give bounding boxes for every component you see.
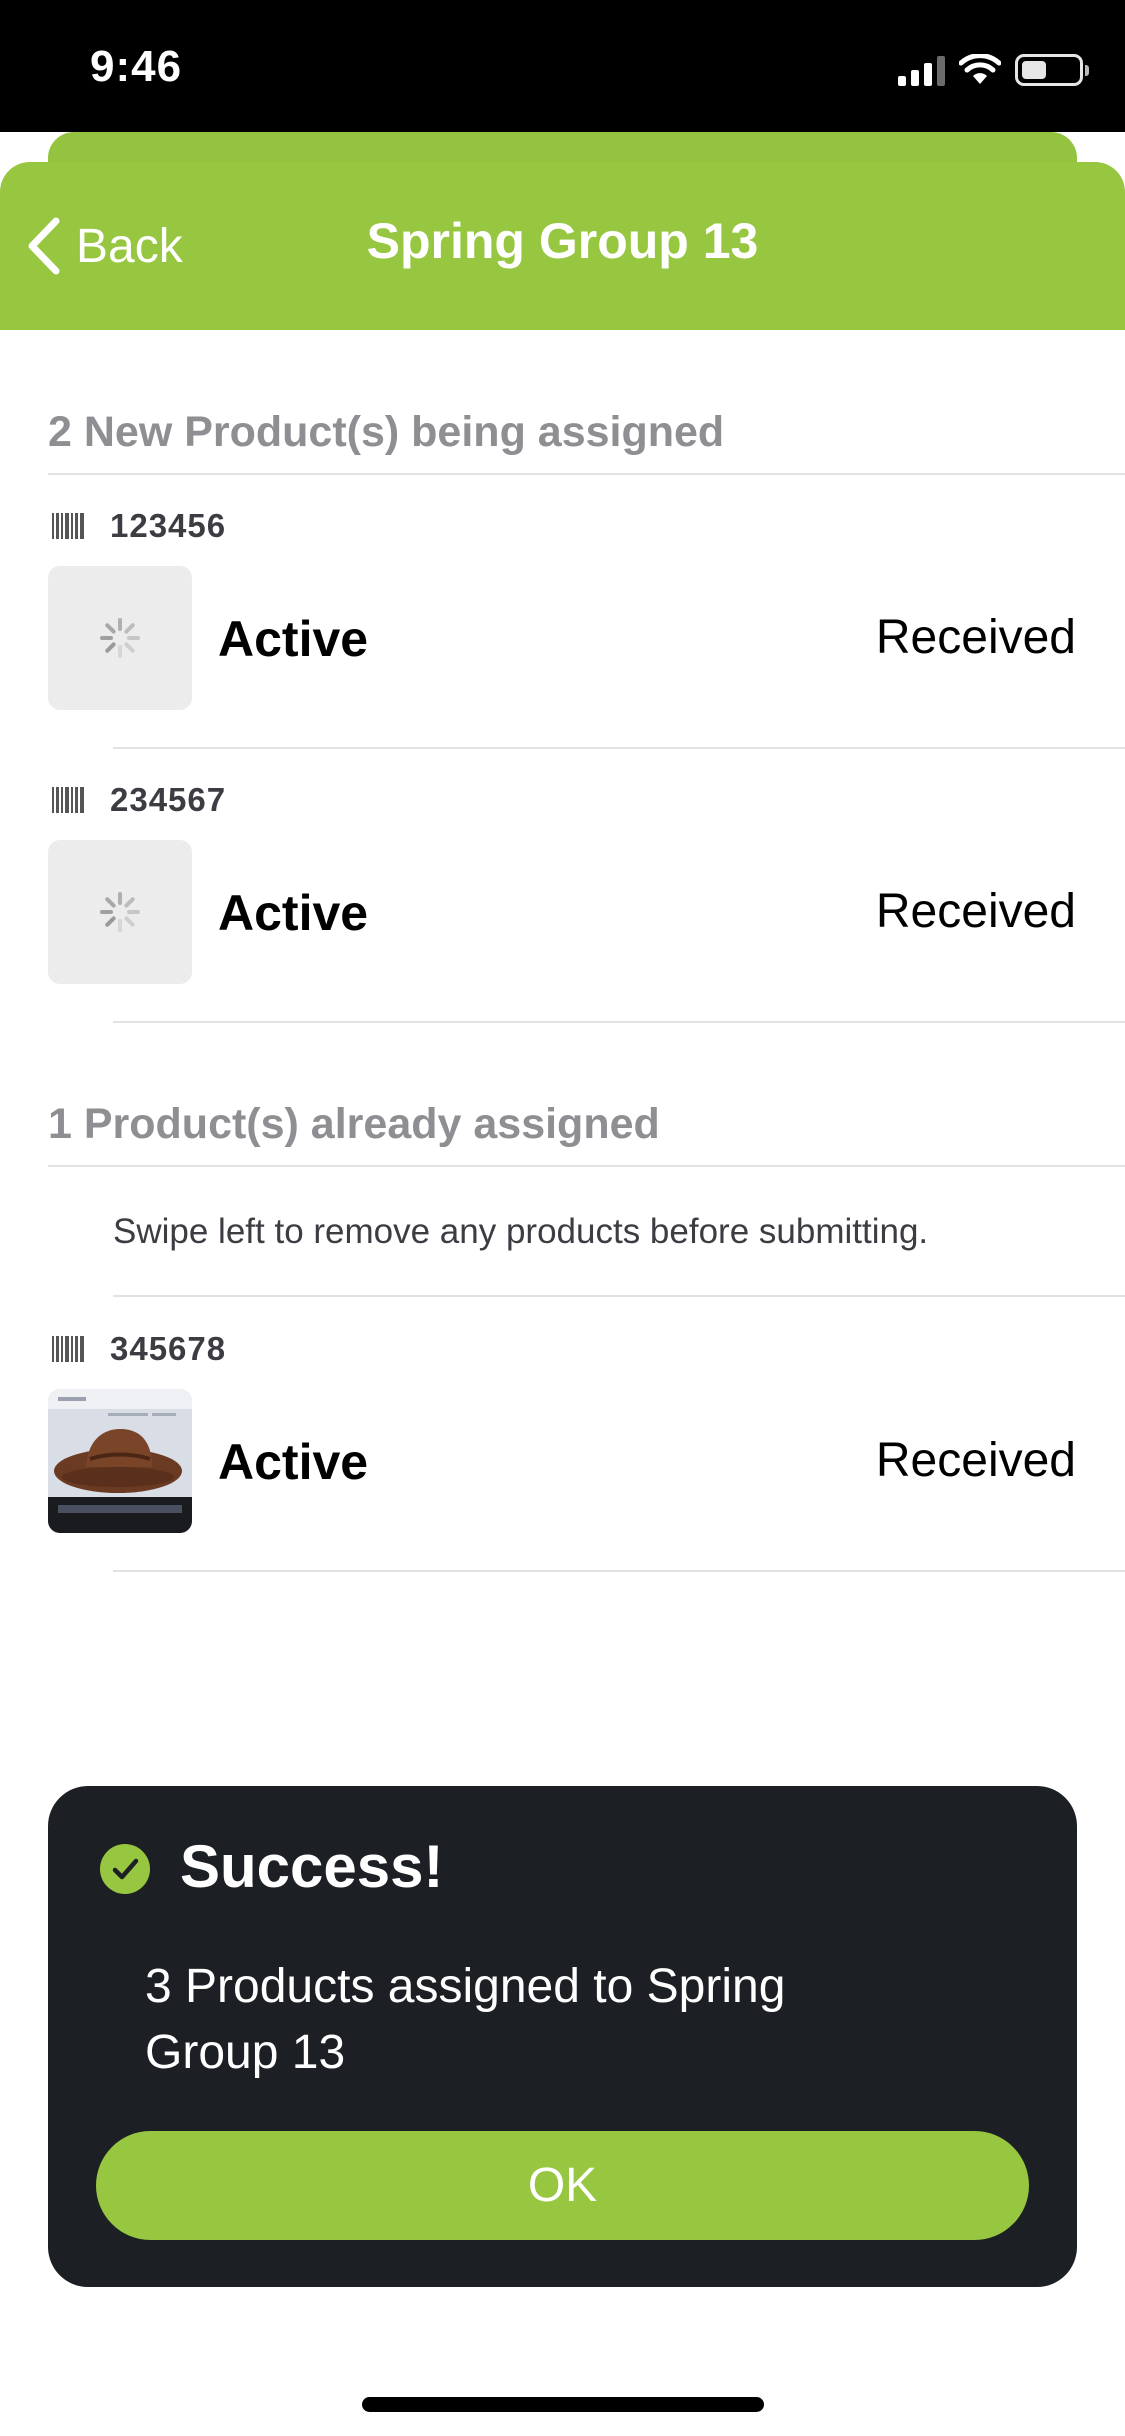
product-state: Received: [875, 611, 1076, 664]
nav-bar: Back Spring Group 13: [0, 162, 1125, 330]
product-status: Active: [218, 611, 369, 667]
wifi-icon: [959, 54, 1001, 84]
divider: [113, 1570, 1125, 1572]
success-toast: Success! 3 Products assigned to Spring G…: [48, 1786, 1077, 2287]
barcode-icon: [52, 787, 84, 813]
barcode-line: 234567: [52, 776, 226, 824]
product-thumbnail: [48, 566, 192, 710]
divider: [48, 473, 1125, 475]
product-status: Active: [218, 1434, 369, 1490]
product-thumbnail: [48, 840, 192, 984]
battery-icon: [1015, 54, 1089, 86]
barcode-line: 345678: [52, 1325, 226, 1373]
barcode-number: 123456: [110, 507, 227, 544]
status-bar: 9:46: [0, 0, 1125, 132]
status-time: 9:46: [90, 42, 183, 91]
barcode-number: 234567: [110, 781, 227, 818]
toast-message: 3 Products assigned to Spring Group 13: [145, 1960, 786, 2079]
product-row[interactable]: 345678 Active Received: [0, 1325, 1125, 1599]
status-icons: [898, 50, 1089, 90]
home-indicator[interactable]: [362, 2397, 764, 2412]
divider: [113, 747, 1125, 749]
page-title: Spring Group 13: [366, 213, 759, 269]
loading-spinner-icon: [100, 618, 140, 658]
barcode-line: 123456: [52, 502, 226, 550]
barcode-icon: [52, 513, 84, 539]
ok-button[interactable]: OK: [96, 2131, 1029, 2240]
product-thumbnail: [48, 1389, 192, 1533]
product-row[interactable]: 234567 Active Received: [0, 776, 1125, 1050]
product-status: Active: [218, 885, 369, 941]
divider: [113, 1021, 1125, 1023]
loading-spinner-icon: [100, 892, 140, 932]
hat-photo-icon: [48, 1389, 192, 1533]
barcode-icon: [52, 1336, 84, 1362]
divider: [113, 1295, 1125, 1297]
toast-title: Success!: [180, 1833, 444, 1900]
section-header-assigned: 1 Product(s) already assigned: [48, 1100, 660, 1148]
product-state: Received: [875, 885, 1076, 938]
divider: [48, 1165, 1125, 1167]
product-state: Received: [875, 1434, 1076, 1487]
barcode-number: 345678: [110, 1330, 227, 1367]
swipe-hint: Swipe left to remove any products before…: [113, 1212, 929, 1251]
product-row[interactable]: 123456 Active Received: [0, 502, 1125, 776]
checkmark-icon: [100, 1844, 150, 1894]
section-header-new: 2 New Product(s) being assigned: [48, 408, 725, 456]
cellular-signal-icon: [898, 54, 945, 86]
